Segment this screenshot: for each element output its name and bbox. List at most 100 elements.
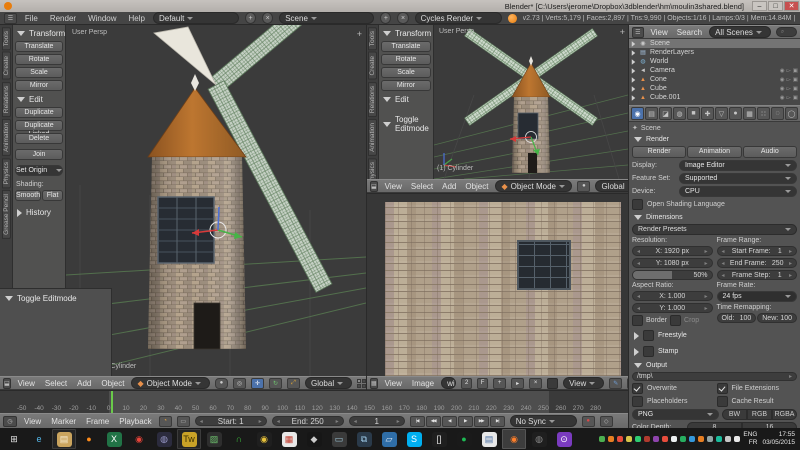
timeline-ruler[interactable]: -50 -40 -30 -20 -10 0 10 20 30 40 50 60 70 80 90 100 110… xyxy=(0,390,628,413)
orientation-select[interactable]: Global xyxy=(595,180,628,192)
resolution-x-field[interactable]: ◂ X: 1920 px ▸ xyxy=(632,246,713,256)
properties-tab[interactable]: ◪ xyxy=(659,107,672,120)
device-select[interactable]: CPU xyxy=(679,186,797,197)
outliner-row[interactable]: ◄ Camera ◉ ▻ ▣ xyxy=(629,66,800,75)
editor-type-icon[interactable]: ☰ xyxy=(4,12,17,24)
taskbar-icon[interactable]: ◍ xyxy=(527,429,551,449)
outliner-item-label[interactable]: Cube.001 xyxy=(650,94,680,101)
current-frame-field[interactable]: ◂ 1 ▸ xyxy=(348,416,405,426)
render-toggle-icon[interactable]: ▣ xyxy=(793,95,798,101)
placeholders-checkbox[interactable] xyxy=(632,396,643,407)
hide-icon[interactable]: ◉ xyxy=(780,77,785,83)
close-button[interactable]: ✕ xyxy=(784,1,799,11)
hide-icon[interactable]: ◉ xyxy=(780,95,785,101)
channel-button[interactable]: BW xyxy=(722,409,747,420)
transport-button[interactable]: ◀ xyxy=(441,415,457,427)
toolshelf-tab[interactable]: Animation xyxy=(368,118,377,156)
taskbar-icon[interactable]: e xyxy=(27,429,51,449)
toolshelf-tab[interactable]: Create xyxy=(368,52,377,80)
taskbar-icon[interactable]: ∩ xyxy=(227,429,251,449)
start-frame-field[interactable]: ◂ Start Frame: 1 ▸ xyxy=(716,246,797,256)
properties-tab[interactable]: ◍ xyxy=(673,107,686,120)
stamp-panel-header[interactable]: Stamp xyxy=(632,344,797,358)
properties-tab[interactable]: ● xyxy=(729,107,742,120)
tray-icon[interactable] xyxy=(599,436,606,442)
timeline-menu-item[interactable]: Playback xyxy=(117,417,153,426)
properties-tab[interactable]: ∷ xyxy=(757,107,770,120)
orientation-select[interactable]: Global xyxy=(304,377,353,389)
taskbar-icon[interactable]: ⊙ xyxy=(552,429,576,449)
timeline-menu-item[interactable]: View xyxy=(22,417,43,426)
taskbar-icon[interactable]: ▭ xyxy=(327,429,351,449)
image-datablock-select[interactable]: window-484596_1 xyxy=(441,377,457,389)
join-button[interactable]: Join xyxy=(15,149,63,160)
toolshelf-tab[interactable]: Tools xyxy=(368,27,377,51)
selectable-icon[interactable]: ▻ xyxy=(787,95,791,101)
toolshelf-tab[interactable]: Grease Pencil xyxy=(1,190,11,239)
output-path-field[interactable]: /tmp\ ▸ xyxy=(632,372,797,381)
properties-tab[interactable]: ▽ xyxy=(715,107,728,120)
menu-item[interactable]: Window xyxy=(86,14,118,23)
menu-item[interactable]: Help xyxy=(127,14,147,23)
edit-button[interactable]: Duplicate Linked xyxy=(15,120,63,138)
outliner-search-input[interactable]: ⌕ xyxy=(775,27,797,37)
file-format-select[interactable]: PNG xyxy=(632,409,719,420)
screen-layout-select[interactable]: Default xyxy=(152,12,239,24)
new-image-icon[interactable]: + xyxy=(493,377,507,389)
editor-type-icon[interactable]: ☰ xyxy=(632,26,644,38)
toolshelf-tab[interactable]: Animation xyxy=(1,118,11,156)
aspect-y-field[interactable]: ◂ Y: 1.000 ▸ xyxy=(632,303,713,313)
properties-tab[interactable]: ◯ xyxy=(785,107,798,120)
region-toggle-icon[interactable]: + xyxy=(620,27,625,37)
feature-set-select[interactable]: Supported xyxy=(679,173,797,184)
folder-icon[interactable]: ▸ xyxy=(789,373,792,380)
menu-item[interactable]: Render xyxy=(48,14,78,23)
tray-icon[interactable] xyxy=(653,436,660,442)
toolshelf-tab[interactable]: Physics xyxy=(1,157,11,189)
toggle-editmode-header[interactable]: Toggle Editmode xyxy=(3,292,108,304)
freestyle-checkbox[interactable] xyxy=(643,330,654,341)
stamp-checkbox[interactable] xyxy=(643,346,654,357)
toolshelf-tab[interactable]: Physics xyxy=(368,157,377,179)
pin-toggle[interactable] xyxy=(547,377,559,389)
viewport-menu-item[interactable]: Select xyxy=(43,379,69,388)
history-panel-header[interactable]: History xyxy=(15,206,63,218)
outliner-item-label[interactable]: Cube xyxy=(650,85,667,92)
image-view-select[interactable]: View xyxy=(563,377,605,389)
file-extensions-checkbox[interactable] xyxy=(716,383,728,394)
viewport-shading-icon[interactable]: ● xyxy=(577,180,591,192)
viewport-secondary-canvas[interactable] xyxy=(434,25,628,179)
expander-icon[interactable] xyxy=(631,40,636,47)
render-toggle-icon[interactable]: ▣ xyxy=(793,77,798,83)
channel-button[interactable]: RGB xyxy=(747,409,772,420)
toolshelf-tab[interactable]: Create xyxy=(1,52,11,80)
tray-icon[interactable] xyxy=(707,436,714,442)
taskbar-icon[interactable]: ▨ xyxy=(202,429,226,449)
viewport-menu-item[interactable]: Object xyxy=(463,182,490,191)
taskbar-icon[interactable]: ▦ xyxy=(277,429,301,449)
properties-tab[interactable]: ▤ xyxy=(645,107,658,120)
toolshelf-tab[interactable]: Relations xyxy=(368,81,377,117)
border-checkbox[interactable] xyxy=(632,315,643,326)
viewport-menu-item[interactable]: View xyxy=(16,379,37,388)
outliner-item-label[interactable]: World xyxy=(650,58,668,65)
render-action-button[interactable]: Render xyxy=(632,146,687,158)
transform-button[interactable]: Rotate xyxy=(381,54,431,65)
transport-button[interactable]: ◀◀ xyxy=(425,415,441,427)
transport-button[interactable]: ▶| xyxy=(489,415,505,427)
tray-icon[interactable] xyxy=(644,436,651,442)
render-toggle-icon[interactable]: ▣ xyxy=(793,68,798,74)
mode-select[interactable]: ◆ Object Mode xyxy=(495,180,573,192)
cache-result-checkbox[interactable] xyxy=(716,396,728,407)
taskbar-icon[interactable]: ◉ xyxy=(252,429,276,449)
remap-old-field[interactable]: Old: 100 xyxy=(716,313,757,323)
outliner-item-label[interactable]: Cone xyxy=(650,76,667,83)
tray-icon[interactable] xyxy=(698,436,705,442)
maximize-button[interactable]: □ xyxy=(768,1,783,11)
editor-type-icon[interactable]: ◷ xyxy=(3,415,17,427)
resolution-percent-slider[interactable]: 50% xyxy=(632,270,713,280)
tray-icon[interactable] xyxy=(716,436,723,442)
tray-icon[interactable] xyxy=(608,436,615,442)
toggle-editmode-header[interactable]: Toggle Editmode xyxy=(381,113,431,134)
timeline-menu-item[interactable]: Marker xyxy=(49,417,78,426)
